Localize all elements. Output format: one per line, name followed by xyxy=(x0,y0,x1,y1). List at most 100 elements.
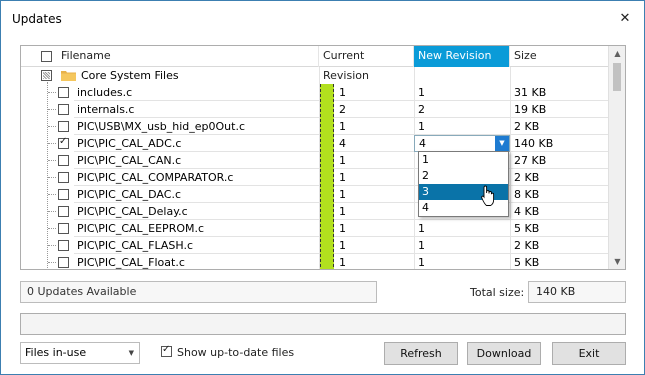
column-divider xyxy=(414,118,415,135)
select-all-checkbox[interactable] xyxy=(41,51,52,62)
file-name-cell: PIC\USB\MX_usb_hid_ep0Out.c xyxy=(77,120,246,133)
group-label: Core System Files xyxy=(81,69,179,82)
size-cell: 31 KB xyxy=(514,86,547,99)
column-divider xyxy=(510,84,511,101)
close-icon[interactable]: ✕ xyxy=(616,10,634,28)
file-row[interactable]: PIC\PIC_CAL_ADC.c 4 140 KB xyxy=(21,135,609,152)
scroll-up-icon[interactable]: ▲ xyxy=(609,46,625,61)
size-cell: 2 KB xyxy=(514,239,540,252)
size-cell: 4 KB xyxy=(514,205,540,218)
file-name-cell: PIC\PIC_CAL_Float.c xyxy=(77,256,185,269)
file-checkbox[interactable] xyxy=(58,206,69,217)
column-divider xyxy=(414,67,415,84)
file-checkbox[interactable] xyxy=(58,104,69,115)
new-revision-cell: 1 xyxy=(418,222,425,235)
size-cell: 5 KB xyxy=(514,256,540,269)
file-checkbox[interactable] xyxy=(58,240,69,251)
column-header-filename[interactable]: Filename xyxy=(21,46,319,67)
file-name-cell: PIC\PIC_CAL_FLASH.c xyxy=(77,239,193,252)
mouse-cursor-icon xyxy=(481,185,495,206)
file-row[interactable]: PIC\PIC_CAL_COMPARATOR.c 1 2 KB xyxy=(21,169,609,186)
column-divider xyxy=(510,118,511,135)
file-row[interactable]: PIC\PIC_CAL_FLASH.c 1 1 2 KB xyxy=(21,237,609,254)
column-divider xyxy=(319,67,320,84)
group-checkbox[interactable] xyxy=(41,70,52,81)
tree-branch xyxy=(48,245,56,246)
current-revision-cell: 4 xyxy=(339,137,346,150)
exit-button[interactable]: Exit xyxy=(552,342,626,365)
file-row[interactable]: PIC\PIC_CAL_Delay.c 1 4 KB xyxy=(21,203,609,220)
column-divider xyxy=(414,203,415,220)
new-revision-cell: 1 xyxy=(418,239,425,252)
current-revision-cell: 2 xyxy=(339,103,346,116)
revision-editor[interactable]: 4 ▼ xyxy=(414,135,510,152)
file-row[interactable]: includes.c 1 1 31 KB xyxy=(21,84,609,101)
column-divider xyxy=(510,152,511,169)
file-row[interactable]: PIC\PIC_CAL_CAN.c 1 27 KB xyxy=(21,152,609,169)
column-divider xyxy=(414,220,415,237)
file-row[interactable]: internals.c 2 2 19 KB xyxy=(21,101,609,118)
column-divider xyxy=(510,203,511,220)
file-name-cell: PIC\PIC_CAL_ADC.c xyxy=(77,137,182,150)
title-bar: Updates ✕ xyxy=(1,1,644,37)
column-divider xyxy=(510,169,511,186)
tree-branch xyxy=(48,262,56,263)
current-revision-cell: 1 xyxy=(339,205,346,218)
column-divider xyxy=(414,169,415,186)
file-row[interactable]: PIC\USB\MX_usb_hid_ep0Out.c 1 1 2 KB xyxy=(21,118,609,135)
folder-icon xyxy=(61,71,76,81)
chevron-down-icon: ▼ xyxy=(128,349,134,357)
files-filter-value: Files in-use xyxy=(25,346,87,359)
current-revision-cell: 1 xyxy=(339,171,346,184)
scroll-thumb[interactable] xyxy=(613,63,621,91)
new-revision-cell: 1 xyxy=(418,120,425,133)
file-row[interactable]: PIC\PIC_CAL_DAC.c 1 8 KB xyxy=(21,186,609,203)
size-cell: 27 KB xyxy=(514,154,547,167)
refresh-button[interactable]: Refresh xyxy=(384,342,458,365)
column-divider xyxy=(510,135,511,152)
file-row[interactable]: PIC\PIC_CAL_EEPROM.c 1 1 5 KB xyxy=(21,220,609,237)
show-uptodate-label[interactable]: Show up-to-date files xyxy=(177,346,294,359)
file-checkbox[interactable] xyxy=(58,189,69,200)
column-divider xyxy=(414,254,415,269)
column-header-current-revision[interactable]: Current Revision xyxy=(319,46,414,82)
updates-dialog: Updates ✕ Filename Current Revision New … xyxy=(0,0,645,375)
grid-scrollbar[interactable]: ▲ ▼ xyxy=(608,46,625,269)
file-row[interactable]: PIC\PIC_CAL_Float.c 1 1 5 KB xyxy=(21,254,609,269)
file-checkbox[interactable] xyxy=(58,136,69,149)
tree-branch xyxy=(48,92,56,93)
tree-branch xyxy=(48,211,56,212)
column-header-size[interactable]: Size xyxy=(510,46,609,67)
download-button[interactable]: Download xyxy=(467,342,541,365)
dropdown-arrow-icon[interactable]: ▼ xyxy=(495,136,509,151)
revision-option[interactable]: 2 xyxy=(419,168,508,184)
size-cell: 2 KB xyxy=(514,171,540,184)
files-filter-select[interactable]: Files in-use ▼ xyxy=(20,342,140,364)
file-checkbox[interactable] xyxy=(58,172,69,183)
revision-indicator-bar xyxy=(320,84,334,269)
file-checkbox[interactable] xyxy=(58,155,69,166)
current-revision-cell: 1 xyxy=(339,86,346,99)
size-cell: 2 KB xyxy=(514,120,540,133)
column-divider xyxy=(414,186,415,203)
file-checkbox[interactable] xyxy=(58,87,69,98)
group-row[interactable]: Core System Files xyxy=(21,67,609,84)
new-revision-cell: 2 xyxy=(418,103,425,116)
file-checkbox[interactable] xyxy=(58,257,69,268)
window-title: Updates xyxy=(12,12,62,26)
file-name-cell: internals.c xyxy=(77,103,135,116)
file-name-cell: includes.c xyxy=(77,86,133,99)
revision-editor-value: 4 xyxy=(419,137,426,150)
column-divider xyxy=(414,152,415,169)
new-revision-cell: 1 xyxy=(418,86,425,99)
column-divider xyxy=(414,237,415,254)
scroll-down-icon[interactable]: ▼ xyxy=(609,254,625,269)
revision-option[interactable]: 1 xyxy=(419,152,508,168)
files-grid[interactable]: Filename Current Revision New Revision S… xyxy=(20,45,626,270)
file-name-cell: PIC\PIC_CAL_CAN.c xyxy=(77,154,182,167)
show-uptodate-checkbox[interactable] xyxy=(161,344,172,357)
file-checkbox[interactable] xyxy=(58,223,69,234)
tree-branch xyxy=(48,177,56,178)
file-checkbox[interactable] xyxy=(58,121,69,132)
column-header-new-revision[interactable]: New Revision xyxy=(414,46,510,67)
